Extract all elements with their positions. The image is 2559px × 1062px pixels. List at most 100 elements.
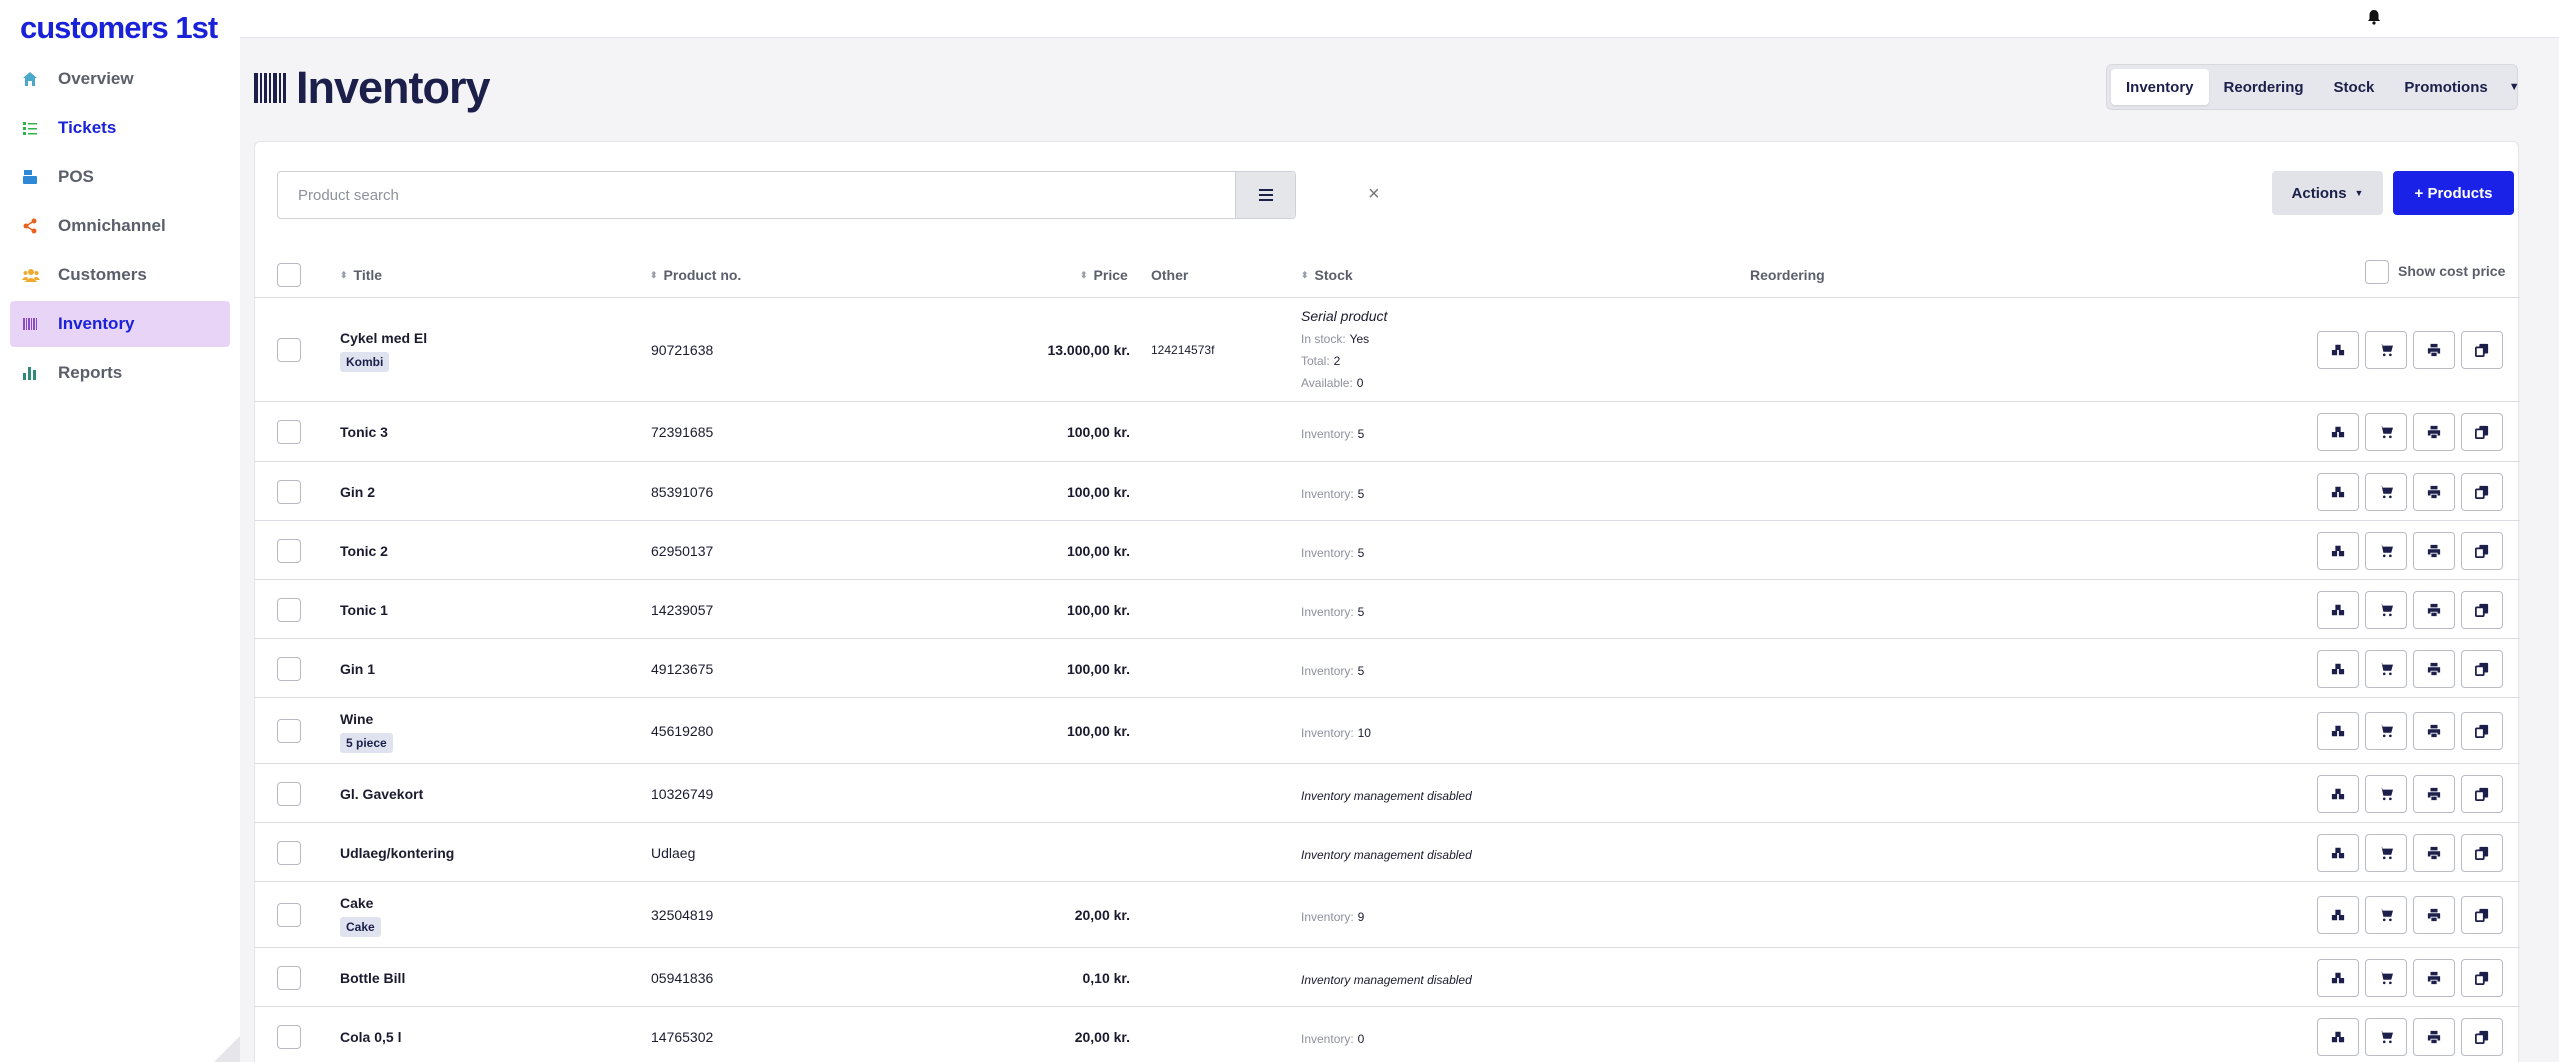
tab-stock[interactable]: Stock — [2319, 69, 2390, 105]
print-label-button[interactable] — [2413, 331, 2455, 369]
tab-reordering[interactable]: Reordering — [2209, 69, 2319, 105]
add-to-cart-button[interactable] — [2365, 650, 2407, 688]
print-label-button[interactable] — [2413, 1018, 2455, 1056]
show-cost-price-checkbox[interactable] — [2365, 260, 2389, 284]
stock-button[interactable] — [2317, 532, 2359, 570]
product-search-input[interactable] — [278, 172, 1235, 218]
stock-button[interactable] — [2317, 331, 2359, 369]
product-title[interactable]: Cykel med El — [340, 330, 427, 346]
add-to-cart-button[interactable] — [2365, 834, 2407, 872]
sidebar-item-tickets[interactable]: Tickets — [10, 105, 230, 151]
duplicate-button[interactable] — [2461, 591, 2503, 629]
stock-button[interactable] — [2317, 896, 2359, 934]
add-to-cart-button[interactable] — [2365, 775, 2407, 813]
product-title[interactable]: Cola 0,5 l — [340, 1029, 401, 1045]
add-to-cart-button[interactable] — [2365, 712, 2407, 750]
sidebar-collapse-handle[interactable] — [214, 1036, 240, 1062]
add-to-cart-button[interactable] — [2365, 591, 2407, 629]
duplicate-button[interactable] — [2461, 712, 2503, 750]
product-title[interactable]: Bottle Bill — [340, 970, 405, 986]
row-checkbox[interactable] — [277, 480, 301, 504]
add-to-cart-button[interactable] — [2365, 959, 2407, 997]
table-row[interactable]: Tonic 3 72391685 100,00 kr. Inventory: 5 — [255, 402, 2520, 462]
table-row[interactable]: Cykel med El Kombi 90721638 13.000,00 kr. 12… — [255, 298, 2520, 402]
bell-icon[interactable] — [2367, 9, 2381, 30]
product-title[interactable]: Cake — [340, 895, 381, 911]
duplicate-button[interactable] — [2461, 1018, 2503, 1056]
product-title[interactable]: Tonic 2 — [340, 543, 388, 559]
product-title[interactable]: Wine — [340, 711, 393, 727]
print-label-button[interactable] — [2413, 959, 2455, 997]
row-checkbox[interactable] — [277, 657, 301, 681]
table-row[interactable]: Tonic 2 62950137 100,00 kr. Inventory: 5 — [255, 521, 2520, 580]
print-label-button[interactable] — [2413, 532, 2455, 570]
actions-button[interactable]: Actions ▼ — [2272, 171, 2383, 215]
chevron-down-icon[interactable]: ▼ — [2503, 69, 2526, 105]
column-stock[interactable]: ⬍ Stock — [1301, 267, 1353, 283]
print-label-button[interactable] — [2413, 473, 2455, 511]
row-checkbox[interactable] — [277, 903, 301, 927]
print-label-button[interactable] — [2413, 413, 2455, 451]
close-icon[interactable]: × — [1368, 184, 1380, 204]
stock-button[interactable] — [2317, 959, 2359, 997]
print-label-button[interactable] — [2413, 834, 2455, 872]
column-price[interactable]: ⬍ Price — [1080, 267, 1128, 283]
duplicate-button[interactable] — [2461, 896, 2503, 934]
stock-button[interactable] — [2317, 413, 2359, 451]
row-checkbox[interactable] — [277, 420, 301, 444]
duplicate-button[interactable] — [2461, 413, 2503, 451]
stock-button[interactable] — [2317, 650, 2359, 688]
product-title[interactable]: Tonic 1 — [340, 602, 388, 618]
row-checkbox[interactable] — [277, 539, 301, 563]
table-row[interactable]: Gin 1 49123675 100,00 kr. Inventory: 5 — [255, 639, 2520, 698]
table-row[interactable]: Cake Cake 32504819 20,00 kr. Inventory: 9 — [255, 882, 2520, 948]
stock-button[interactable] — [2317, 473, 2359, 511]
row-checkbox[interactable] — [277, 782, 301, 806]
add-products-button[interactable]: + Products — [2393, 171, 2514, 215]
print-label-button[interactable] — [2413, 591, 2455, 629]
sidebar-item-omnichannel[interactable]: Omnichannel — [10, 203, 230, 249]
tab-inventory[interactable]: Inventory — [2111, 69, 2209, 105]
duplicate-button[interactable] — [2461, 650, 2503, 688]
table-row[interactable]: Bottle Bill 05941836 0,10 kr. Inventory man… — [255, 948, 2520, 1007]
tab-promotions[interactable]: Promotions — [2389, 69, 2502, 105]
row-checkbox[interactable] — [277, 841, 301, 865]
duplicate-button[interactable] — [2461, 834, 2503, 872]
add-to-cart-button[interactable] — [2365, 331, 2407, 369]
app-logo[interactable]: customers 1st — [20, 10, 218, 46]
column-product-no[interactable]: ⬍ Product no. — [650, 267, 741, 283]
product-title[interactable]: Gin 2 — [340, 484, 375, 500]
duplicate-button[interactable] — [2461, 532, 2503, 570]
stock-button[interactable] — [2317, 834, 2359, 872]
duplicate-button[interactable] — [2461, 775, 2503, 813]
print-label-button[interactable] — [2413, 775, 2455, 813]
stock-button[interactable] — [2317, 712, 2359, 750]
table-row[interactable]: Gin 2 85391076 100,00 kr. Inventory: 5 — [255, 462, 2520, 521]
row-checkbox[interactable] — [277, 966, 301, 990]
row-checkbox[interactable] — [277, 338, 301, 362]
column-title[interactable]: ⬍ Title — [340, 267, 382, 283]
table-row[interactable]: Wine 5 piece 45619280 100,00 kr. Inventory: … — [255, 698, 2520, 764]
duplicate-button[interactable] — [2461, 331, 2503, 369]
print-label-button[interactable] — [2413, 896, 2455, 934]
add-to-cart-button[interactable] — [2365, 896, 2407, 934]
add-to-cart-button[interactable] — [2365, 413, 2407, 451]
table-row[interactable]: Udlaeg/kontering Udlaeg Inventory manageme… — [255, 823, 2520, 882]
table-row[interactable]: Cola 0,5 l 14765302 20,00 kr. Inventory: 0 — [255, 1007, 2520, 1062]
row-checkbox[interactable] — [277, 719, 301, 743]
sidebar-item-overview[interactable]: Overview — [10, 56, 230, 102]
product-title[interactable]: Gin 1 — [340, 661, 375, 677]
sidebar-item-pos[interactable]: POS — [10, 154, 230, 200]
add-to-cart-button[interactable] — [2365, 473, 2407, 511]
add-to-cart-button[interactable] — [2365, 1018, 2407, 1056]
duplicate-button[interactable] — [2461, 473, 2503, 511]
product-title[interactable]: Udlaeg/kontering — [340, 845, 454, 861]
print-label-button[interactable] — [2413, 712, 2455, 750]
product-title[interactable]: Gl. Gavekort — [340, 786, 423, 802]
print-label-button[interactable] — [2413, 650, 2455, 688]
duplicate-button[interactable] — [2461, 959, 2503, 997]
table-row[interactable]: Tonic 1 14239057 100,00 kr. Inventory: 5 — [255, 580, 2520, 639]
sidebar-item-reports[interactable]: Reports — [10, 350, 230, 396]
select-all-checkbox[interactable] — [277, 263, 301, 287]
row-checkbox[interactable] — [277, 1025, 301, 1049]
